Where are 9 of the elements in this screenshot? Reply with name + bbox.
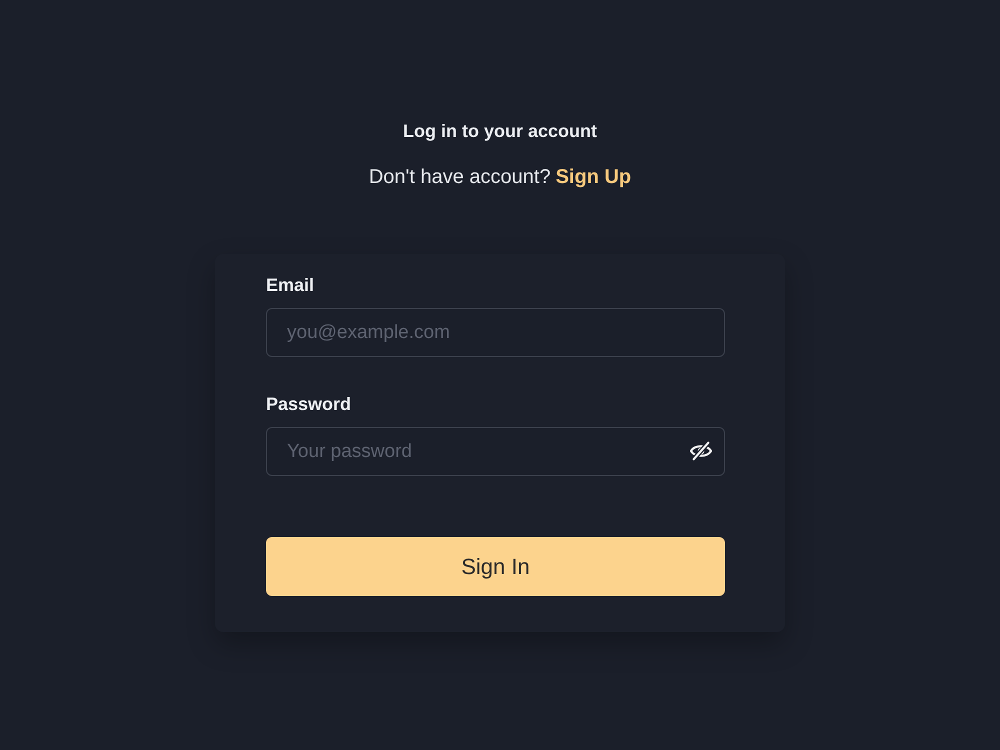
signup-prompt: Don't have account?	[368, 165, 551, 190]
field-label: Email	[266, 274, 314, 296]
page-title: Log in to your account	[403, 120, 597, 143]
eye-slash-icon[interactable]	[690, 441, 712, 461]
sign-up-link[interactable]: Sign Up	[556, 164, 632, 190]
email-field[interactable]: you@example.com	[266, 308, 725, 357]
password-field[interactable]: Your password	[266, 427, 725, 476]
field-label: Password	[266, 393, 352, 415]
sign-in-button[interactable]: Sign In	[266, 537, 725, 596]
